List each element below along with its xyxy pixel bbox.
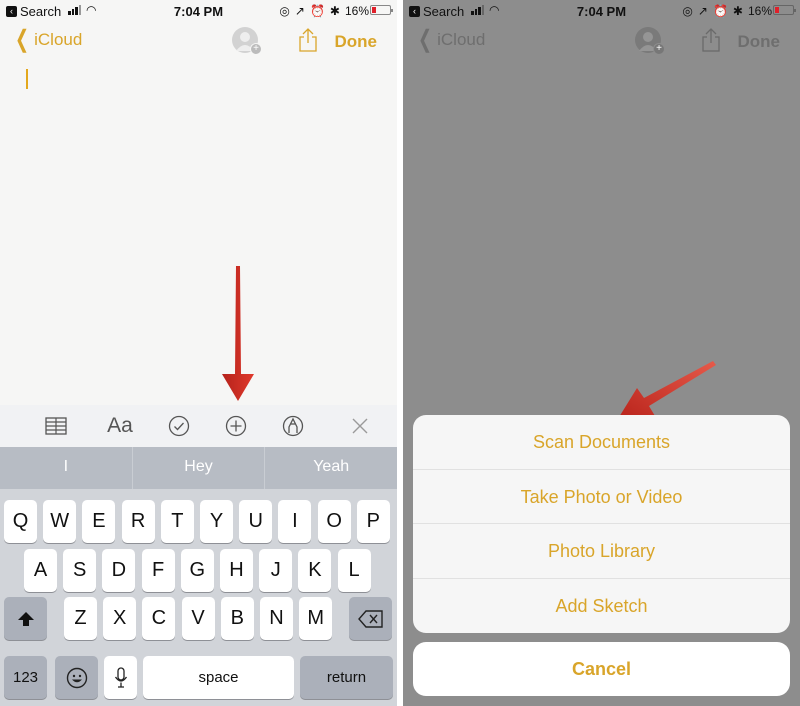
key-e[interactable]: E bbox=[82, 500, 116, 543]
nav-bar: ❮ iCloud + Done bbox=[0, 22, 397, 62]
key-r[interactable]: R bbox=[121, 500, 155, 543]
emoji-icon bbox=[66, 667, 87, 688]
alarm-icon: ⏰ bbox=[712, 4, 728, 18]
key-a[interactable]: A bbox=[24, 549, 57, 592]
back-button: ❮ iCloud bbox=[415, 26, 486, 53]
plus-badge-icon: + bbox=[250, 43, 262, 55]
battery-icon bbox=[370, 5, 393, 15]
key-m[interactable]: M bbox=[299, 597, 333, 640]
key-q[interactable]: Q bbox=[4, 500, 37, 543]
battery-icon bbox=[773, 5, 796, 15]
key-w[interactable]: W bbox=[43, 500, 77, 543]
space-key[interactable]: space bbox=[143, 656, 294, 699]
share-button bbox=[702, 28, 720, 52]
key-x[interactable]: X bbox=[103, 597, 137, 640]
key-l[interactable]: L bbox=[337, 549, 371, 592]
backspace-icon bbox=[357, 609, 383, 628]
done-button[interactable]: Done bbox=[335, 32, 378, 52]
rotation-lock-icon: ◎ bbox=[682, 4, 693, 18]
key-i[interactable]: I bbox=[278, 500, 312, 543]
plus-badge-icon: + bbox=[653, 43, 665, 55]
location-icon: ↗ bbox=[697, 4, 708, 18]
alarm-icon: ⏰ bbox=[309, 4, 325, 18]
key-v[interactable]: V bbox=[181, 597, 215, 640]
battery-percent: 16% bbox=[344, 4, 369, 18]
add-people-button: + bbox=[635, 27, 665, 55]
share-button[interactable] bbox=[298, 28, 318, 52]
key-t[interactable]: T bbox=[160, 500, 194, 543]
chevron-left-icon: ❮ bbox=[418, 26, 433, 53]
key-h[interactable]: H bbox=[220, 549, 253, 592]
key-p[interactable]: P bbox=[356, 500, 390, 543]
scan-documents-option[interactable]: Scan Documents bbox=[413, 415, 790, 470]
back-button[interactable]: ❮ iCloud bbox=[12, 26, 83, 53]
location-icon: ↗ bbox=[294, 4, 305, 18]
status-bar: ‹ Search ◠ 7:04 PM ◎ ↗ ⏰ ✱ 16% bbox=[0, 0, 397, 22]
key-d[interactable]: D bbox=[102, 549, 136, 592]
status-bar: ‹ Search ◠ 7:04 PM ◎ ↗ ⏰ ✱ 16% bbox=[403, 0, 800, 22]
bluetooth-icon: ✱ bbox=[732, 4, 743, 18]
key-o[interactable]: O bbox=[317, 500, 351, 543]
attachment-menu-screen: ‹ Search ◠ 7:04 PM ◎ ↗ ⏰ ✱ 16% ❮ iCloud … bbox=[403, 0, 800, 706]
table-icon[interactable] bbox=[43, 414, 69, 438]
back-label: iCloud bbox=[437, 30, 486, 49]
dictation-key[interactable] bbox=[104, 656, 137, 699]
key-y[interactable]: Y bbox=[200, 500, 233, 543]
key-u[interactable]: U bbox=[239, 500, 273, 543]
key-j[interactable]: J bbox=[259, 549, 293, 592]
annotation-arrow-down bbox=[222, 266, 254, 401]
notes-editor-screen: ‹ Search ◠ 7:04 PM ◎ ↗ ⏰ ✱ 16% ❮ iCloud … bbox=[0, 0, 397, 706]
add-icon[interactable] bbox=[223, 414, 249, 438]
numbers-key[interactable]: 123 bbox=[4, 656, 47, 699]
emoji-key[interactable] bbox=[55, 656, 98, 699]
shift-key[interactable] bbox=[4, 597, 47, 640]
chevron-left-icon: ❮ bbox=[15, 26, 30, 53]
nav-bar: ❮ iCloud + Done bbox=[403, 22, 800, 62]
suggestion-3[interactable]: Yeah bbox=[265, 447, 397, 489]
key-b[interactable]: B bbox=[220, 597, 254, 640]
suggestion-2[interactable]: Hey bbox=[133, 447, 266, 489]
markup-icon[interactable] bbox=[280, 414, 306, 438]
text-cursor bbox=[26, 69, 28, 89]
microphone-icon bbox=[114, 666, 127, 688]
shift-icon bbox=[17, 611, 34, 626]
action-sheet: Scan Documents Take Photo or Video Photo… bbox=[413, 415, 790, 633]
add-sketch-option[interactable]: Add Sketch bbox=[413, 579, 790, 634]
checklist-icon[interactable] bbox=[166, 414, 192, 438]
back-label: iCloud bbox=[34, 30, 83, 49]
bluetooth-icon: ✱ bbox=[329, 4, 340, 18]
battery-percent: 16% bbox=[747, 4, 772, 18]
predictive-bar: I Hey Yeah bbox=[0, 447, 397, 489]
done-button: Done bbox=[737, 32, 781, 51]
delete-key[interactable] bbox=[349, 597, 392, 640]
return-key[interactable]: return bbox=[300, 656, 393, 699]
rotation-lock-icon: ◎ bbox=[279, 4, 290, 18]
key-g[interactable]: G bbox=[180, 549, 214, 592]
key-s[interactable]: S bbox=[63, 549, 97, 592]
key-z[interactable]: Z bbox=[64, 597, 97, 640]
keyboard: 123 space return QWERTYUIOP ASDFGHJKL ZXCV… bbox=[0, 489, 397, 706]
photo-library-option[interactable]: Photo Library bbox=[413, 524, 790, 579]
key-f[interactable]: F bbox=[141, 549, 175, 592]
suggestion-1[interactable]: I bbox=[0, 447, 133, 489]
add-people-button[interactable]: + bbox=[232, 27, 262, 55]
take-photo-option[interactable]: Take Photo or Video bbox=[413, 470, 790, 524]
cancel-button[interactable]: Cancel bbox=[413, 642, 790, 696]
format-toolbar: Aa bbox=[0, 405, 397, 447]
close-icon[interactable] bbox=[347, 414, 373, 438]
key-k[interactable]: K bbox=[298, 549, 332, 592]
key-c[interactable]: C bbox=[142, 597, 176, 640]
key-n[interactable]: N bbox=[260, 597, 293, 640]
text-format-icon[interactable]: Aa bbox=[104, 414, 136, 438]
